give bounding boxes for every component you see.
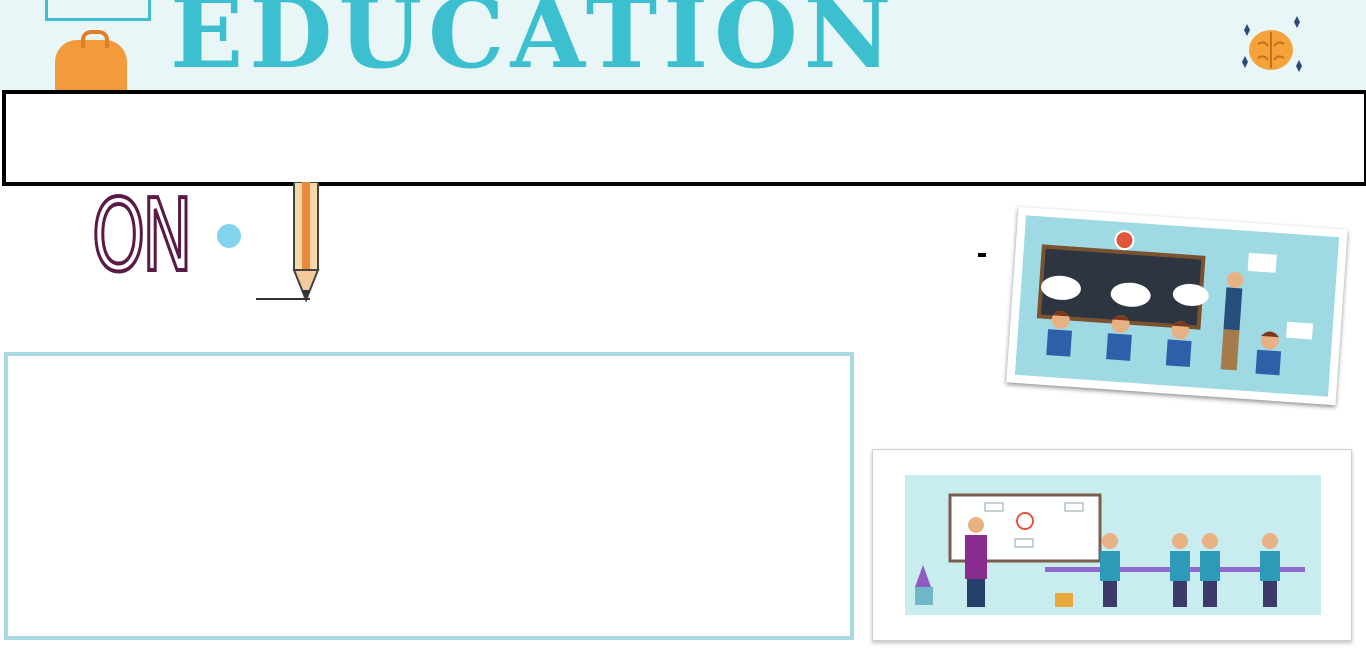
- classroom-illustration: [1006, 206, 1348, 406]
- pencil-icon: [292, 182, 320, 303]
- headline-box: [2, 90, 1366, 186]
- banner-title: EDUCATION: [170, 0, 898, 90]
- brain-icon: [1242, 16, 1302, 72]
- content-box: [4, 352, 854, 640]
- small-mark: [978, 253, 986, 257]
- pencil-underline: [256, 298, 310, 300]
- on-label: ON: [90, 177, 194, 294]
- bullet-dot: [217, 224, 241, 248]
- backpack-icon: [55, 30, 127, 92]
- lecture-illustration: [872, 449, 1352, 641]
- book-icon: [45, 0, 151, 21]
- header-banner: EDUCATION: [0, 0, 1366, 92]
